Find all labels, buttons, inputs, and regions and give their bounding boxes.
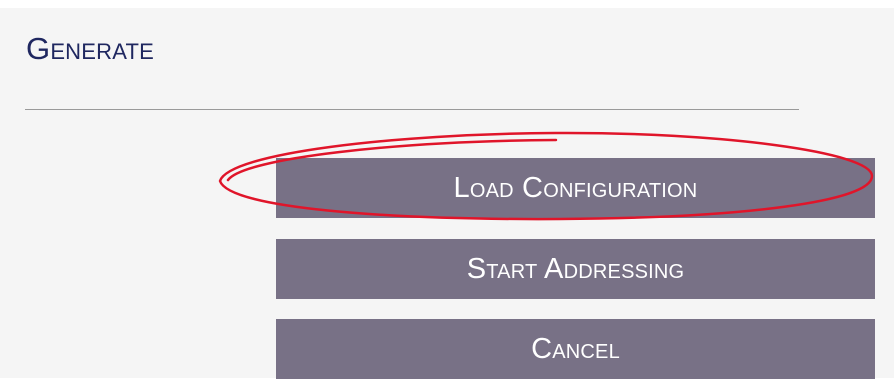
panel-title: Generate [26,31,154,66]
cancel-button[interactable]: Cancel [276,319,875,379]
start-addressing-button[interactable]: Start Addressing [276,239,875,299]
generate-panel: Generate Load Configuration Start Addres… [0,8,894,379]
load-configuration-button[interactable]: Load Configuration [276,158,875,218]
title-divider [25,109,799,110]
